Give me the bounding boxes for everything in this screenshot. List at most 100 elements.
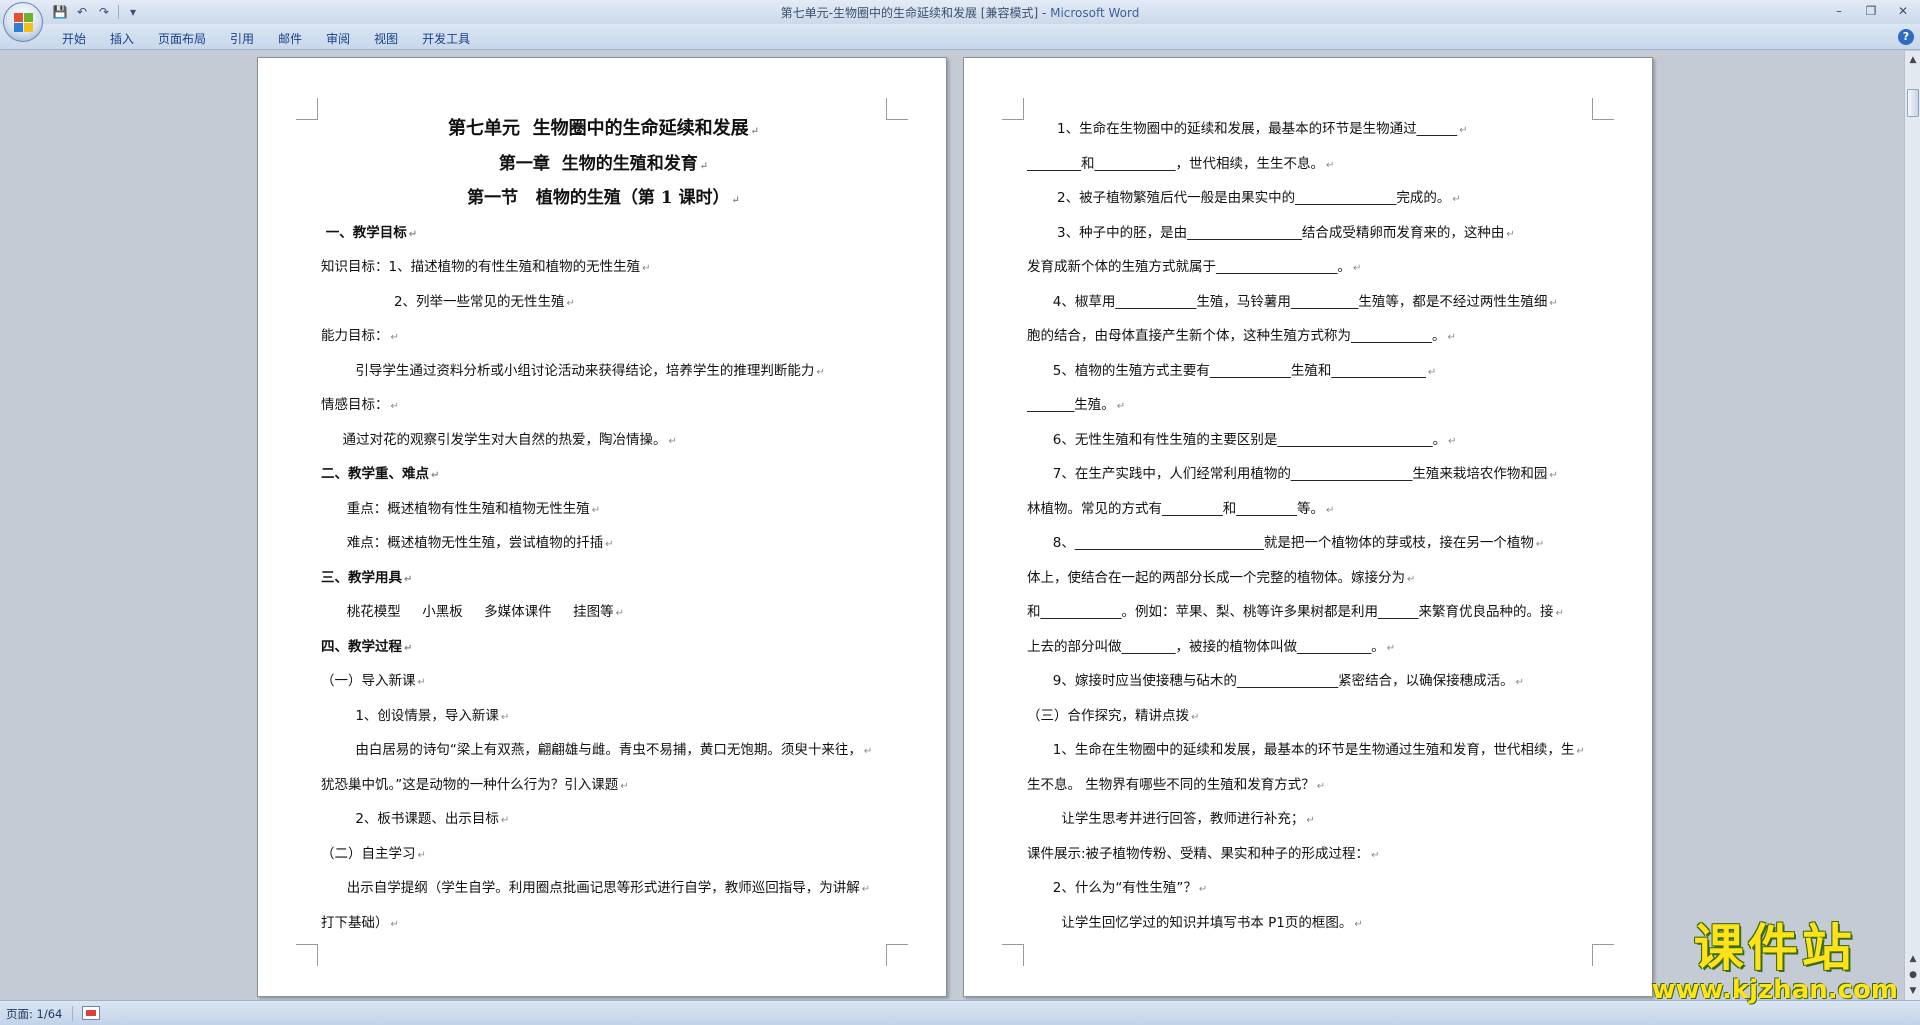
proofing-icon[interactable]: [82, 1006, 100, 1020]
doc-line-text: 二、教学重、难点: [321, 466, 429, 482]
paragraph-mark-icon: ↵: [1576, 746, 1585, 757]
doc-line-text: 1、生命在生物圈中的延续和发展，最基本的环节是生物通过生殖和发育，世代相续，生: [1027, 742, 1575, 758]
doc-line: 由白居易的诗句“梁上有双燕，翩翩雄与雌。青虫不易捕，黄口无饱期。须臾十来往， ↵: [321, 733, 886, 768]
window-title: 第七单元-生物圈中的生命延续和发展 [兼容模式] - Microsoft Wor…: [0, 4, 1920, 21]
paragraph-mark-icon: ↵: [668, 435, 677, 447]
close-button[interactable]: ✕: [1892, 2, 1914, 20]
doc-line-text: 第一节 植物的生殖（第 1 课时）: [467, 188, 730, 208]
doc-line-text: 6、无性生殖和有性生殖的主要区别是_______________________…: [1027, 431, 1447, 448]
paragraph-mark-icon: ↵: [1549, 470, 1558, 481]
paragraph-mark-icon: ↵: [500, 711, 510, 723]
paragraph-mark-icon: ↵: [431, 470, 440, 481]
doc-line: 胞的结合，由母体直接产生新个体，这种生殖方式称为____________。 ↵: [1027, 319, 1592, 354]
doc-line-text: 林植物。常见的方式有_________和_________等。: [1027, 500, 1324, 517]
document-page-2[interactable]: 1、生命在生物圈中的延续和发展，最基本的环节是生物通过______ ↵ ______…: [963, 57, 1653, 997]
doc-line: （三）合作探究，精讲点拨 ↵: [1027, 699, 1592, 734]
doc-line-text: 让学生回忆学过的知识并填写书本 P1页的框图。: [1027, 914, 1353, 931]
paragraph-mark-icon: ↵: [605, 539, 614, 550]
doc-line-text: 能力目标：: [321, 328, 389, 344]
doc-line-text: （二）自主学习: [321, 845, 416, 862]
doc-line: 1、生命在生物圈中的延续和发展，最基本的环节是生物通过生殖和发育，世代相续，生 ↵: [1027, 733, 1592, 768]
doc-line: 第一章 生物的生殖和发育 ↵: [321, 147, 886, 182]
doc-line: 生不息。 生物界有哪些不同的生殖和发育方式？ ↵: [1027, 768, 1592, 803]
doc-line-text: 9、嫁接时应当使接穗与砧木的_______________紧密结合，以确保接穗成…: [1027, 673, 1514, 689]
page-count[interactable]: 页面: 1/64: [6, 1006, 62, 1022]
paragraph-mark-icon: ↵: [404, 642, 413, 654]
prev-page-icon[interactable]: ▲: [1907, 952, 1919, 966]
paragraph-mark-icon: ↵: [1535, 539, 1545, 550]
doc-line: 让学生回忆学过的知识并填写书本 P1页的框图。 ↵: [1027, 906, 1592, 941]
vertical-scrollbar[interactable]: ▲ ▲ ● ▼: [1904, 51, 1920, 1000]
doc-line: 二、教学重、难点 ↵: [321, 457, 886, 492]
status-bar: 页面: 1/64: [0, 1000, 1920, 1025]
doc-line-text: 生不息。 生物界有哪些不同的生殖和发育方式？: [1027, 776, 1315, 793]
crop-mark: [886, 98, 908, 120]
doc-line: 1、创设情景，导入新课 ↵: [321, 699, 886, 734]
minimize-button[interactable]: –: [1828, 2, 1850, 20]
crop-mark: [886, 944, 908, 966]
crop-mark: [1592, 944, 1614, 966]
paragraph-mark-icon: ↵: [642, 263, 651, 274]
doc-line: 让学生思考并进行回答，教师进行补充； ↵: [1027, 802, 1592, 837]
paragraph-mark-icon: ↵: [500, 815, 510, 826]
tab-review[interactable]: 审阅: [314, 28, 362, 49]
paragraph-mark-icon: ↵: [863, 746, 873, 757]
tab-references[interactable]: 引用: [218, 28, 266, 49]
crop-mark: [1592, 98, 1614, 120]
doc-line-text: 桃花模型 小黑板 多媒体课件 挂图等: [321, 604, 614, 620]
doc-line: 5、植物的生殖方式主要有____________生殖和_____________…: [1027, 354, 1592, 389]
tab-insert[interactable]: 插入: [98, 28, 146, 49]
paragraph-mark-icon: ↵: [1448, 435, 1457, 447]
doc-line: （一）导入新课 ↵: [321, 664, 886, 699]
doc-line-text: 打下基础）: [321, 914, 389, 931]
select-browse-icon[interactable]: ●: [1907, 968, 1919, 982]
scroll-up-icon[interactable]: ▲: [1907, 53, 1919, 67]
office-button[interactable]: [3, 2, 43, 42]
tab-mailings[interactable]: 邮件: [266, 28, 314, 49]
tab-home[interactable]: 开始: [50, 28, 98, 49]
paragraph-mark-icon: ↵: [1506, 228, 1515, 240]
paragraph-mark-icon: ↵: [1316, 780, 1326, 792]
doc-line: ________和____________，世代相续，生生不息。 ↵: [1027, 147, 1592, 182]
doc-line-text: 2、列举一些常见的无性生殖: [321, 293, 565, 310]
tab-developer[interactable]: 开发工具: [410, 28, 482, 49]
scroll-thumb[interactable]: [1907, 89, 1919, 117]
window-title-doc: 第七单元-生物圈中的生命延续和发展 [兼容模式] -: [780, 6, 1051, 20]
tab-view[interactable]: 视图: [362, 28, 410, 49]
paragraph-mark-icon: ↵: [591, 504, 601, 516]
doc-line: 引导学生通过资料分析或小组讨论活动来获得结论，培养学生的推理判断能力 ↵: [321, 354, 886, 389]
doc-line-text: 出示自学提纲（学生自学。利用圈点批画记思等形式进行自学，教师巡回指导，为讲解: [321, 880, 860, 896]
doc-line: 2、列举一些常见的无性生殖 ↵: [321, 285, 886, 320]
doc-line-text: 8、____________________________就是把一个植物体的芽…: [1027, 535, 1534, 551]
doc-line: 9、嫁接时应当使接穗与砧木的_______________紧密结合，以确保接穗成…: [1027, 664, 1592, 699]
doc-line-text: 胞的结合，由母体直接产生新个体，这种生殖方式称为____________。: [1027, 328, 1446, 344]
doc-line-text: 3、种子中的胚，是由_________________结合成受精卵而发育来的，这…: [1027, 224, 1505, 241]
document-page-1[interactable]: 第七单元 生物圈中的生命延续和发展 ↵ 第一章 生物的生殖和发育 ↵ 第一节 植物的生殖…: [257, 57, 947, 997]
next-page-icon[interactable]: ▼: [1907, 984, 1919, 998]
window-title-app: Microsoft Word: [1050, 6, 1140, 20]
crop-mark: [296, 98, 318, 120]
doc-line: _______生殖。 ↵: [1027, 388, 1592, 423]
watermark-logo: 课件站 www.kjzhan.com: [1652, 920, 1898, 1004]
doc-line: 能力目标： ↵: [321, 319, 886, 354]
paragraph-mark-icon: ↵: [1386, 642, 1396, 654]
paragraph-mark-icon: ↵: [566, 297, 575, 309]
crop-mark: [296, 944, 318, 966]
doc-line-text: 4、椒草用____________生殖，马铃薯用__________生殖等，都是…: [1027, 293, 1548, 310]
doc-line-text: 三、教学用具: [321, 569, 402, 586]
maximize-button[interactable]: ❐: [1860, 2, 1882, 20]
doc-line-text: 第七单元 生物圈中的生命延续和发展: [448, 118, 749, 139]
doc-line: 7、在生产实践中，人们经常利用植物的__________________生殖来栽…: [1027, 457, 1592, 492]
tab-page-layout[interactable]: 页面布局: [146, 28, 218, 49]
doc-line-text: 让学生思考并进行回答，教师进行补充；: [1027, 811, 1305, 827]
paragraph-mark-icon: ↵: [390, 332, 399, 343]
paragraph-mark-icon: ↵: [1407, 573, 1416, 585]
paragraph-mark-icon: ↵: [816, 366, 825, 378]
doc-line-text: ________和____________，世代相续，生生不息。: [1027, 155, 1324, 172]
page-2-content: 1、生命在生物圈中的延续和发展，最基本的环节是生物通过______ ↵ ______…: [1027, 112, 1592, 940]
paragraph-mark-icon: ↵: [699, 160, 709, 172]
paragraph-mark-icon: ↵: [615, 608, 625, 619]
paragraph-mark-icon: ↵: [417, 677, 426, 688]
paragraph-mark-icon: ↵: [1447, 332, 1456, 343]
help-icon[interactable]: ?: [1898, 29, 1914, 45]
